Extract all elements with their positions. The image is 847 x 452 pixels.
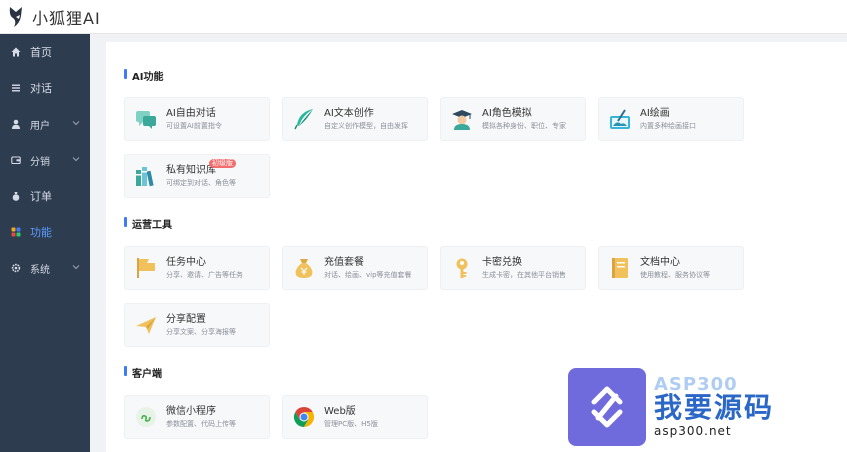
card-description: 分享、邀请、广告等任务 bbox=[166, 270, 243, 279]
list-icon bbox=[10, 82, 22, 94]
sidebar-item-label: 对话 bbox=[30, 82, 52, 95]
section-title-client: 客户端 bbox=[124, 365, 162, 380]
card-ai-painting[interactable]: AI绘画 内置多种绘画接口 bbox=[598, 97, 744, 141]
watermark: ASP300 我要源码 asp300.net bbox=[568, 368, 847, 452]
card-doc-center[interactable]: 文档中心 使用教程、服务协议等 bbox=[598, 246, 744, 290]
paint-icon bbox=[610, 109, 630, 129]
key-icon bbox=[456, 258, 468, 278]
card-title: 分享配置 bbox=[166, 313, 206, 325]
card-description: 对话、绘画、vip等充值套餐 bbox=[324, 270, 412, 279]
card-description: 分享文案、分享海报等 bbox=[166, 327, 236, 336]
sidebar-item-chat[interactable]: 对话 bbox=[0, 70, 90, 106]
card-recharge[interactable]: 充值套餐 对话、绘画、vip等充值套餐 bbox=[282, 246, 428, 290]
sidebar-item-home[interactable]: 首页 bbox=[0, 34, 90, 70]
card-title: 任务中心 bbox=[166, 256, 206, 268]
chevron-down-icon bbox=[72, 157, 80, 162]
card-title: 微信小程序 bbox=[166, 405, 216, 417]
card-description: 自定义创作模型，自由发挥 bbox=[324, 121, 408, 130]
edition-badge: 初级版 bbox=[209, 159, 236, 168]
feather-icon bbox=[294, 109, 313, 130]
card-description: 管理PC版、H5版 bbox=[324, 419, 378, 428]
chevron-down-icon bbox=[72, 121, 80, 126]
sidebar-item-orders[interactable]: 订单 bbox=[0, 178, 90, 214]
graduate-icon bbox=[452, 110, 472, 130]
sidebar-item-label: 订单 bbox=[30, 190, 52, 203]
card-title: 卡密兑换 bbox=[482, 256, 522, 268]
card-description: 可设置AI前置指令 bbox=[166, 121, 222, 130]
paper-plane-icon bbox=[136, 317, 156, 334]
watermark-brand: 我要源码 bbox=[654, 391, 775, 424]
chat-bubble-icon bbox=[136, 111, 156, 129]
card-title: AI绘画 bbox=[640, 107, 670, 119]
card-title: 充值套餐 bbox=[324, 256, 364, 268]
books-icon bbox=[136, 167, 154, 187]
card-web-version[interactable]: Web版 管理PC版、H5版 bbox=[282, 395, 428, 439]
home-icon bbox=[10, 46, 22, 58]
sidebar-item-label: 用户 bbox=[30, 120, 50, 132]
section-title-ops: 运营工具 bbox=[124, 216, 172, 231]
card-share-config[interactable]: 分享配置 分享文案、分享海报等 bbox=[124, 303, 270, 347]
watermark-logo bbox=[568, 368, 646, 446]
card-description: 参数配置、代码上传等 bbox=[166, 419, 236, 428]
card-title: Web版 bbox=[324, 405, 356, 417]
sidebar-item-features[interactable]: 功能 bbox=[0, 214, 90, 250]
wallet-icon bbox=[10, 154, 22, 166]
card-description: 可绑定到对话、角色等 bbox=[166, 178, 236, 187]
sidebar-item-distribution[interactable]: 分销 bbox=[0, 142, 90, 178]
user-icon bbox=[10, 118, 22, 130]
sidebar-item-users[interactable]: 用户 bbox=[0, 106, 90, 142]
card-title: AI文本创作 bbox=[324, 107, 374, 119]
money-bag-icon bbox=[295, 259, 313, 278]
bag-icon bbox=[10, 190, 22, 202]
top-bar: 小狐狸AI bbox=[0, 0, 847, 34]
watermark-url: asp300.net bbox=[654, 424, 732, 438]
card-ai-role[interactable]: AI角色模拟 模拟各种身份、职位、专家 bbox=[440, 97, 586, 141]
miniprogram-icon bbox=[136, 407, 156, 427]
card-task-center[interactable]: 任务中心 分享、邀请、广告等任务 bbox=[124, 246, 270, 290]
card-wechat-miniprogram[interactable]: 微信小程序 参数配置、代码上传等 bbox=[124, 395, 270, 439]
sidebar-item-system[interactable]: 系统 bbox=[0, 250, 90, 286]
card-description: 使用教程、服务协议等 bbox=[640, 270, 710, 279]
app-title: 小狐狸AI bbox=[32, 8, 101, 28]
logo[interactable]: 小狐狸AI bbox=[0, 5, 101, 29]
document-icon bbox=[612, 258, 628, 278]
card-description: 内置多种绘画接口 bbox=[640, 121, 696, 130]
sidebar: 首页 对话 用户 分销 订单 功能 系统 bbox=[0, 34, 90, 452]
section-title-ai: AI功能 bbox=[124, 68, 163, 83]
card-description: 模拟各种身份、职位、专家 bbox=[482, 121, 566, 130]
sidebar-item-label: 分销 bbox=[30, 156, 50, 168]
chrome-icon bbox=[293, 406, 315, 428]
card-title: 文档中心 bbox=[640, 256, 680, 268]
watermark-arrows-icon bbox=[591, 386, 623, 428]
sidebar-item-label: 功能 bbox=[30, 226, 52, 239]
fox-logo-icon bbox=[9, 6, 22, 27]
gear-icon bbox=[10, 262, 22, 274]
flag-icon bbox=[137, 258, 155, 278]
card-ai-writing[interactable]: AI文本创作 自定义创作模型，自由发挥 bbox=[282, 97, 428, 141]
sidebar-item-label: 首页 bbox=[30, 46, 52, 59]
card-ai-chat[interactable]: AI自由对话 可设置AI前置指令 bbox=[124, 97, 270, 141]
card-knowledge-base[interactable]: 私有知识库 可绑定到对话、角色等 初级版 bbox=[124, 154, 270, 198]
card-title: AI角色模拟 bbox=[482, 107, 532, 119]
chevron-down-icon bbox=[72, 265, 80, 270]
card-title: AI自由对话 bbox=[166, 107, 216, 119]
apps-icon bbox=[10, 226, 22, 238]
card-card-key[interactable]: 卡密兑换 生成卡密，在其他平台销售 bbox=[440, 246, 586, 290]
sidebar-item-label: 系统 bbox=[30, 264, 50, 276]
card-description: 生成卡密，在其他平台销售 bbox=[482, 270, 566, 279]
